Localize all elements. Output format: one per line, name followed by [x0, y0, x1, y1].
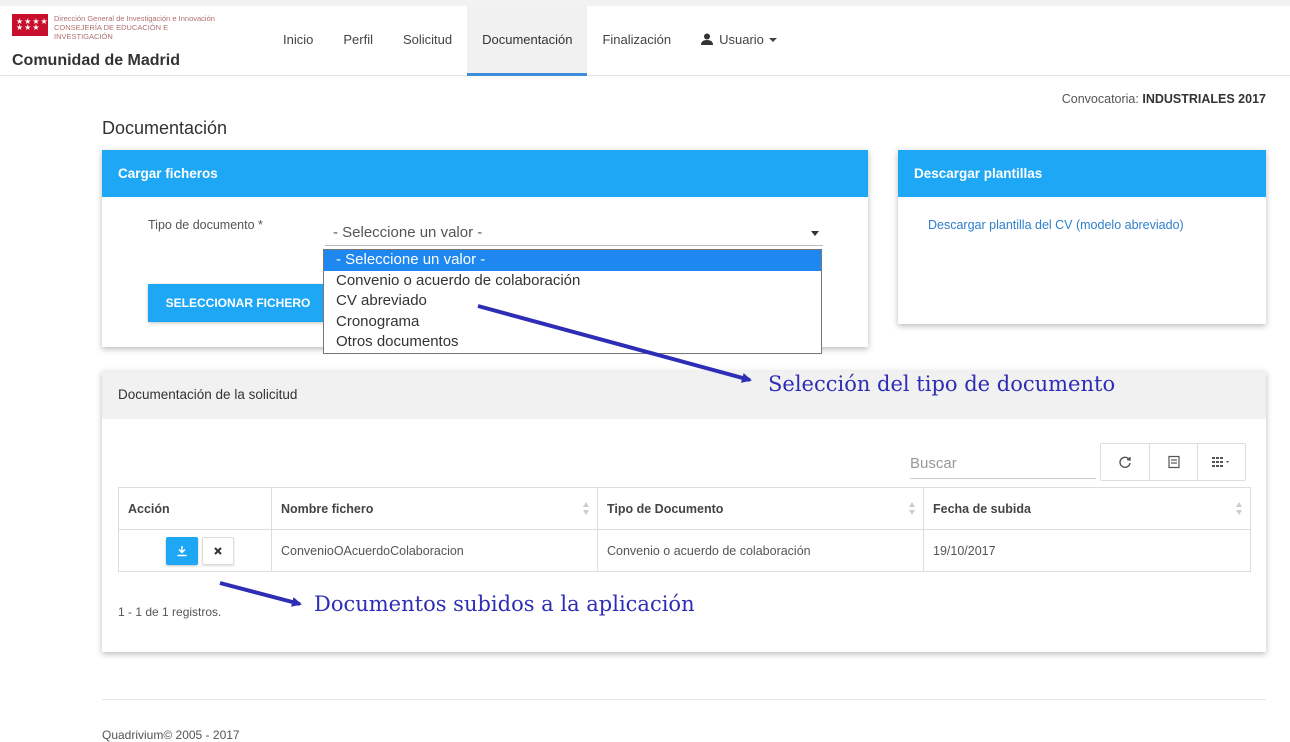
documents-table: Acción Nombre fichero Tipo de Documento …	[118, 487, 1251, 572]
upload-card-title: Cargar ficheros	[102, 150, 868, 197]
table-row: ConvenioOAcuerdoColaboracion Convenio o …	[118, 529, 1251, 572]
sort-icon	[909, 502, 917, 516]
search-input[interactable]	[910, 449, 1096, 479]
top-navbar: ★★★★ ★★★ Dirección General de Investigaci…	[0, 0, 1290, 76]
download-cv-template-link[interactable]: Descargar plantilla del CV (modelo abrev…	[928, 218, 1184, 232]
doc-type-select-value: - Seleccione un valor -	[333, 224, 483, 241]
nav-item-usuario[interactable]: Usuario	[686, 6, 792, 76]
nav-item-documentacion[interactable]: Documentación	[467, 6, 588, 76]
footer-copyright: Quadrivium© 2005 - 2017	[102, 728, 240, 742]
columns-grid-icon	[1211, 457, 1229, 467]
table-toolbar	[1100, 443, 1246, 481]
records-count: 1 - 1 de 1 registros.	[118, 605, 222, 619]
doc-type-dropdown: - Seleccione un valor - Convenio o acuer…	[323, 249, 822, 354]
chevron-down-icon	[768, 38, 777, 42]
column-header-accion: Acción	[118, 487, 272, 530]
user-icon	[701, 33, 714, 45]
columns-button[interactable]	[1197, 444, 1245, 480]
doc-type-cell: Convenio o acuerdo de colaboración	[597, 529, 924, 572]
brand-name: Comunidad de Madrid	[12, 52, 180, 69]
dropdown-option[interactable]: CV abreviado	[324, 291, 821, 312]
main-nav: Inicio Perfil Solicitud Documentación Fi…	[268, 6, 792, 76]
table-header-row: Acción Nombre fichero Tipo de Documento …	[118, 487, 1251, 530]
dropdown-option[interactable]: Cronograma	[324, 312, 821, 333]
refresh-button[interactable]	[1101, 444, 1149, 480]
footer-divider	[102, 699, 1266, 700]
delete-button[interactable]	[201, 536, 234, 565]
brand-department: Dirección General de Investigación e Inn…	[54, 14, 215, 41]
close-icon	[213, 546, 222, 555]
toggle-view-button[interactable]	[1149, 444, 1197, 480]
templates-card-title: Descargar plantillas	[898, 150, 1266, 197]
action-cell	[118, 529, 272, 572]
convocatoria-info: Convocatoria: INDUSTRIALES 2017	[1061, 92, 1266, 106]
select-file-button[interactable]: SELECCIONAR FICHERO	[148, 284, 328, 322]
column-header-nombre[interactable]: Nombre fichero	[271, 487, 598, 530]
nav-item-perfil[interactable]: Perfil	[328, 6, 388, 76]
doc-type-label: Tipo de documento *	[148, 218, 263, 232]
download-icon	[177, 545, 186, 556]
dropdown-option[interactable]: Convenio o acuerdo de colaboración	[324, 271, 821, 292]
templates-card: Descargar plantillas Descargar plantilla…	[898, 150, 1266, 324]
file-name-cell: ConvenioOAcuerdoColaboracion	[271, 529, 598, 572]
download-button[interactable]	[165, 536, 198, 565]
madrid-flag-icon: ★★★★ ★★★	[12, 14, 48, 36]
dropdown-option[interactable]: Otros documentos	[324, 332, 821, 353]
upload-date-cell: 19/10/2017	[933, 543, 996, 558]
page-title: Documentación	[102, 118, 228, 138]
card-view-icon	[1167, 455, 1180, 469]
brand-logo[interactable]: ★★★★ ★★★ Dirección General de Investigaci…	[10, 12, 260, 72]
doc-type-select[interactable]: - Seleccione un valor -	[325, 220, 823, 246]
refresh-icon	[1119, 456, 1131, 468]
column-header-fecha[interactable]: Fecha de subida	[923, 487, 1251, 530]
dropdown-option[interactable]: - Seleccione un valor -	[324, 250, 821, 271]
column-header-tipo[interactable]: Tipo de Documento	[597, 487, 924, 530]
annotation-uploaded: Documentos subidos a la aplicación	[314, 592, 695, 616]
sort-icon	[583, 502, 591, 516]
annotation-select-type: Selección del tipo de documento	[768, 372, 1116, 396]
nav-item-finalizacion[interactable]: Finalización	[587, 6, 686, 76]
caret-down-icon	[811, 231, 819, 236]
sort-icon	[1236, 502, 1244, 516]
user-menu-label: Usuario	[719, 32, 764, 47]
nav-item-inicio[interactable]: Inicio	[268, 6, 328, 76]
nav-item-solicitud[interactable]: Solicitud	[388, 6, 467, 76]
